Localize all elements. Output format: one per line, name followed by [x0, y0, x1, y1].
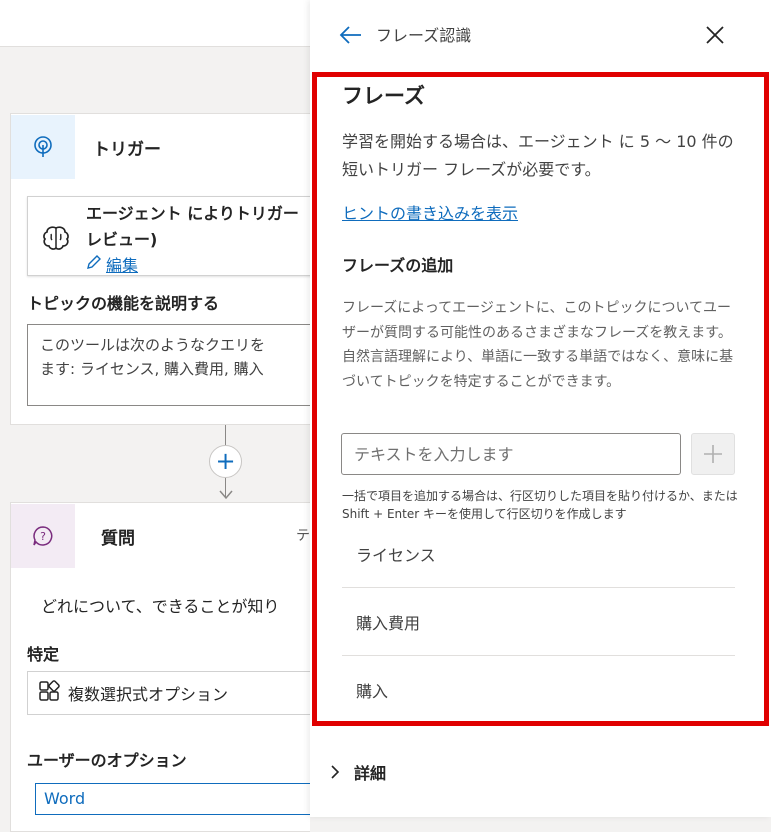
- connector-arrow-icon: [219, 490, 233, 500]
- trigger-title: トリガー: [93, 139, 161, 160]
- brain-icon: [42, 225, 70, 255]
- plus-icon: [704, 445, 722, 463]
- bulk-add-hint: 一括で項目を追加する場合は、行区切りした項目を貼り付けるか、または Shift …: [342, 489, 738, 521]
- details-label: 詳細: [354, 764, 387, 783]
- svg-text:?: ?: [40, 530, 46, 543]
- panel-header: フレーズ認識: [310, 0, 771, 70]
- trigger-card-header: トリガー: [11, 114, 310, 180]
- option-input-word[interactable]: Word: [35, 783, 317, 815]
- identify-select[interactable]: 複数選択式オプション: [27, 671, 317, 715]
- close-button[interactable]: [702, 22, 728, 48]
- phrases-section-description: 学習を開始する場合は、エージェント に 5 〜 10 件の短いトリガー フレーズ…: [342, 132, 734, 179]
- trigger-agent-title: エージェント によりトリガー レビュー): [86, 201, 299, 253]
- phrase-list: ライセンス 購入費用 購入: [342, 520, 735, 724]
- phrase-text-input[interactable]: [341, 433, 681, 475]
- phrase-item[interactable]: ライセンス: [342, 520, 735, 588]
- back-button[interactable]: [338, 22, 364, 48]
- phrase-item[interactable]: 購入費用: [342, 588, 735, 656]
- question-card-extra: テ: [296, 528, 310, 544]
- close-icon: [706, 26, 724, 44]
- edit-link[interactable]: 編集: [86, 252, 138, 276]
- pencil-icon: [86, 254, 102, 274]
- trigger-agent-title-line1: エージェント によりトリガー: [86, 204, 299, 223]
- question-icon: ?: [11, 504, 75, 568]
- phrase-item[interactable]: 購入: [342, 656, 735, 724]
- panel-title: フレーズ認識: [376, 26, 472, 45]
- describe-label: トピックの機能を説明する: [27, 294, 220, 313]
- add-phrases-title: フレーズの追加: [342, 256, 454, 275]
- trigger-agent-box[interactable]: エージェント によりトリガー レビュー) 編集: [27, 196, 317, 276]
- phrases-section-title: フレーズ: [342, 84, 425, 108]
- grid-icon: [38, 680, 60, 706]
- canvas-top-strip: [0, 0, 310, 47]
- question-title: 質問: [101, 528, 135, 549]
- arrow-left-icon: [339, 26, 361, 44]
- trigger-icon: [11, 115, 75, 179]
- user-options-label: ユーザーのオプション: [27, 751, 187, 770]
- trigger-card[interactable]: トリガー エージェント によりトリガー レビュー) 編集 トピックの機能を説明す…: [10, 113, 317, 425]
- edit-label: 編集: [106, 256, 139, 275]
- add-phrases-description: フレーズによってエージェントに、このトピックについてユーザーが質問する可能性のあ…: [342, 300, 734, 390]
- identify-label: 特定: [27, 645, 60, 664]
- question-card[interactable]: ? 質問 テ どれについて、できることが知り 特定 複数選択式オプション ユーザ…: [10, 502, 317, 832]
- add-node-button[interactable]: +: [209, 445, 242, 478]
- question-text: どれについて、できることが知り: [41, 597, 280, 616]
- phrase-recognition-panel: フレーズ認識 フレーズ 学習を開始する場合は、エージェント に 5 〜 10 件…: [310, 0, 771, 817]
- connector-line-top: [225, 425, 226, 445]
- identify-select-value: 複数選択式オプション: [68, 685, 229, 704]
- description-textarea[interactable]: このツールは次のようなクエリを ます: ライセンス, 購入費用, 購入: [27, 324, 317, 406]
- details-expander[interactable]: 詳細: [328, 760, 386, 784]
- show-hints-link[interactable]: ヒントの書き込みを表示: [342, 200, 518, 224]
- question-card-header: ? 質問: [11, 503, 310, 569]
- chevron-right-icon: [331, 765, 340, 779]
- description-line2: ます: ライセンス, 購入費用, 購入: [40, 360, 264, 378]
- trigger-agent-title-line2: レビュー): [86, 230, 158, 249]
- description-line1: このツールは次のようなクエリを: [40, 336, 266, 354]
- add-phrase-button[interactable]: [691, 433, 735, 475]
